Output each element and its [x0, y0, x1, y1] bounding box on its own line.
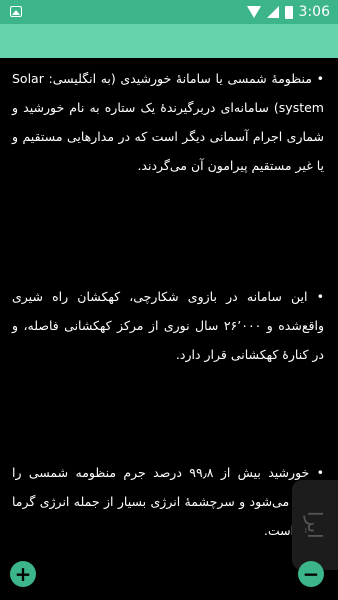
- signal-icon: [266, 6, 279, 18]
- status-icons: 3:06: [246, 0, 330, 24]
- battery-icon: [284, 5, 293, 19]
- content-area[interactable]: • منظومهٔ شمسی یا سامانهٔ خورشیدی (به ان…: [0, 58, 338, 600]
- watermark-logo: ایرا: [292, 480, 338, 570]
- zoom-out-button[interactable]: −: [298, 561, 324, 587]
- paragraph-solar-system: • منظومهٔ شمسی یا سامانهٔ خورشیدی (به ان…: [12, 71, 324, 173]
- image-icon: [10, 6, 22, 17]
- status-bar: 3:06: [0, 0, 338, 24]
- minus-icon: −: [302, 562, 320, 586]
- wifi-icon: [246, 6, 261, 18]
- zoom-in-button[interactable]: +: [10, 561, 36, 587]
- app-bar: [0, 24, 338, 58]
- status-time: 3:06: [298, 4, 330, 20]
- paragraph-milky-way: • این سامانه در بازوی شکارچی، کهکشان راه…: [12, 289, 324, 362]
- plus-icon: +: [14, 562, 32, 586]
- paragraph-sun-mass: • خورشید بیش از ۹۹٫۸ درصد جرم منظومه شمس…: [12, 465, 324, 538]
